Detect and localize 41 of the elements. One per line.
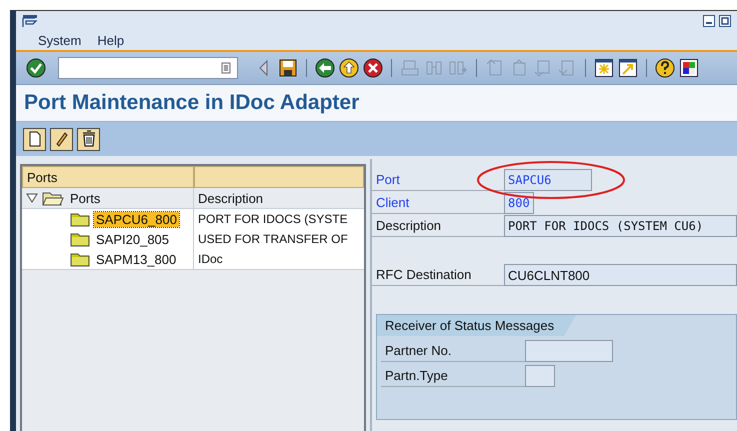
- save-icon[interactable]: [278, 58, 298, 78]
- tree-node[interactable]: SAPCU6_800: [94, 212, 179, 226]
- table-cell-text: IDoc: [197, 251, 224, 268]
- window-menu-icon[interactable]: [22, 14, 38, 28]
- column-label: Description: [197, 190, 264, 208]
- input-field[interactable]: SAPCU6: [504, 169, 592, 191]
- table-cell-text: PORT FOR IDOCS (SYSTE: [197, 211, 349, 228]
- input-field[interactable]: 800: [504, 192, 534, 214]
- column-header: Ports: [22, 166, 194, 188]
- dropdown-icon[interactable]: [221, 62, 231, 74]
- tree-node[interactable]: SAPM13_800: [94, 252, 178, 266]
- minimize-icon[interactable]: [703, 14, 715, 26]
- cancel-icon[interactable]: [363, 58, 383, 78]
- input-field[interactable]: [525, 365, 555, 387]
- table-cell-text: USED FOR TRANSFER OF: [197, 231, 349, 248]
- folder-open-icon: [42, 190, 64, 206]
- input-field[interactable]: [525, 340, 613, 362]
- tree-node[interactable]: SAPI20_805: [94, 232, 172, 246]
- layout-icon[interactable]: [679, 58, 699, 78]
- back-icon[interactable]: [315, 58, 335, 78]
- shortcut-icon[interactable]: [618, 58, 638, 78]
- group-title: Receiver of Status Messages: [377, 315, 576, 336]
- command-field[interactable]: [58, 57, 238, 79]
- tree-node[interactable]: Ports: [68, 190, 102, 206]
- menu-item[interactable]: Help: [97, 32, 124, 48]
- create-button[interactable]: [23, 128, 46, 150]
- page-title: Port Maintenance in IDoc Adapter: [24, 91, 360, 115]
- menu-item[interactable]: System: [38, 32, 82, 48]
- help-icon[interactable]: [655, 58, 675, 78]
- edit-button[interactable]: [50, 128, 73, 150]
- maximize-icon[interactable]: [719, 14, 731, 26]
- folder-icon: [70, 231, 90, 247]
- delete-button[interactable]: [77, 128, 100, 150]
- exit-icon[interactable]: [339, 58, 359, 78]
- folder-icon: [70, 211, 90, 227]
- collapse-icon[interactable]: [26, 193, 38, 203]
- new-session-icon[interactable]: [594, 58, 614, 78]
- folder-icon: [70, 251, 90, 267]
- check-icon[interactable]: [26, 58, 46, 78]
- input-field[interactable]: CU6CLNT800: [504, 264, 737, 286]
- input-field[interactable]: PORT FOR IDOCS (SYSTEM CU6): [504, 215, 737, 237]
